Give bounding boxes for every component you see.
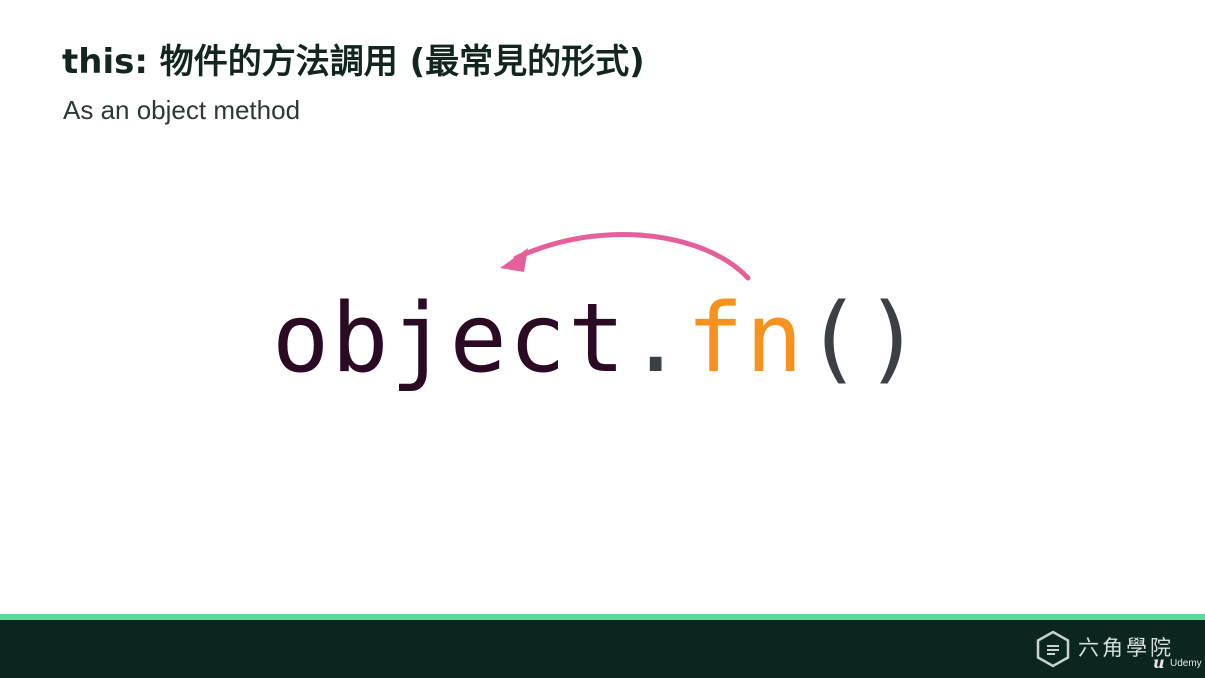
code-dot: . [627,284,687,394]
code-expression: object.fn() [272,284,923,394]
code-parens: () [804,284,924,394]
slide-title: this: 物件的方法調用 (最常見的形式) [62,42,645,82]
udemy-logo-mark: u [1153,653,1165,672]
code-fn: fn [686,284,805,394]
slide-subtitle: As an object method [63,95,301,125]
code-object: object [272,284,628,394]
hexagon-logo-icon [1036,630,1070,668]
slide: this: 物件的方法調用 (最常見的形式) As an object meth… [0,0,1205,678]
udemy-label: Udemy [1170,658,1202,669]
footer-bar: 六角學院 u Udemy [0,620,1205,678]
